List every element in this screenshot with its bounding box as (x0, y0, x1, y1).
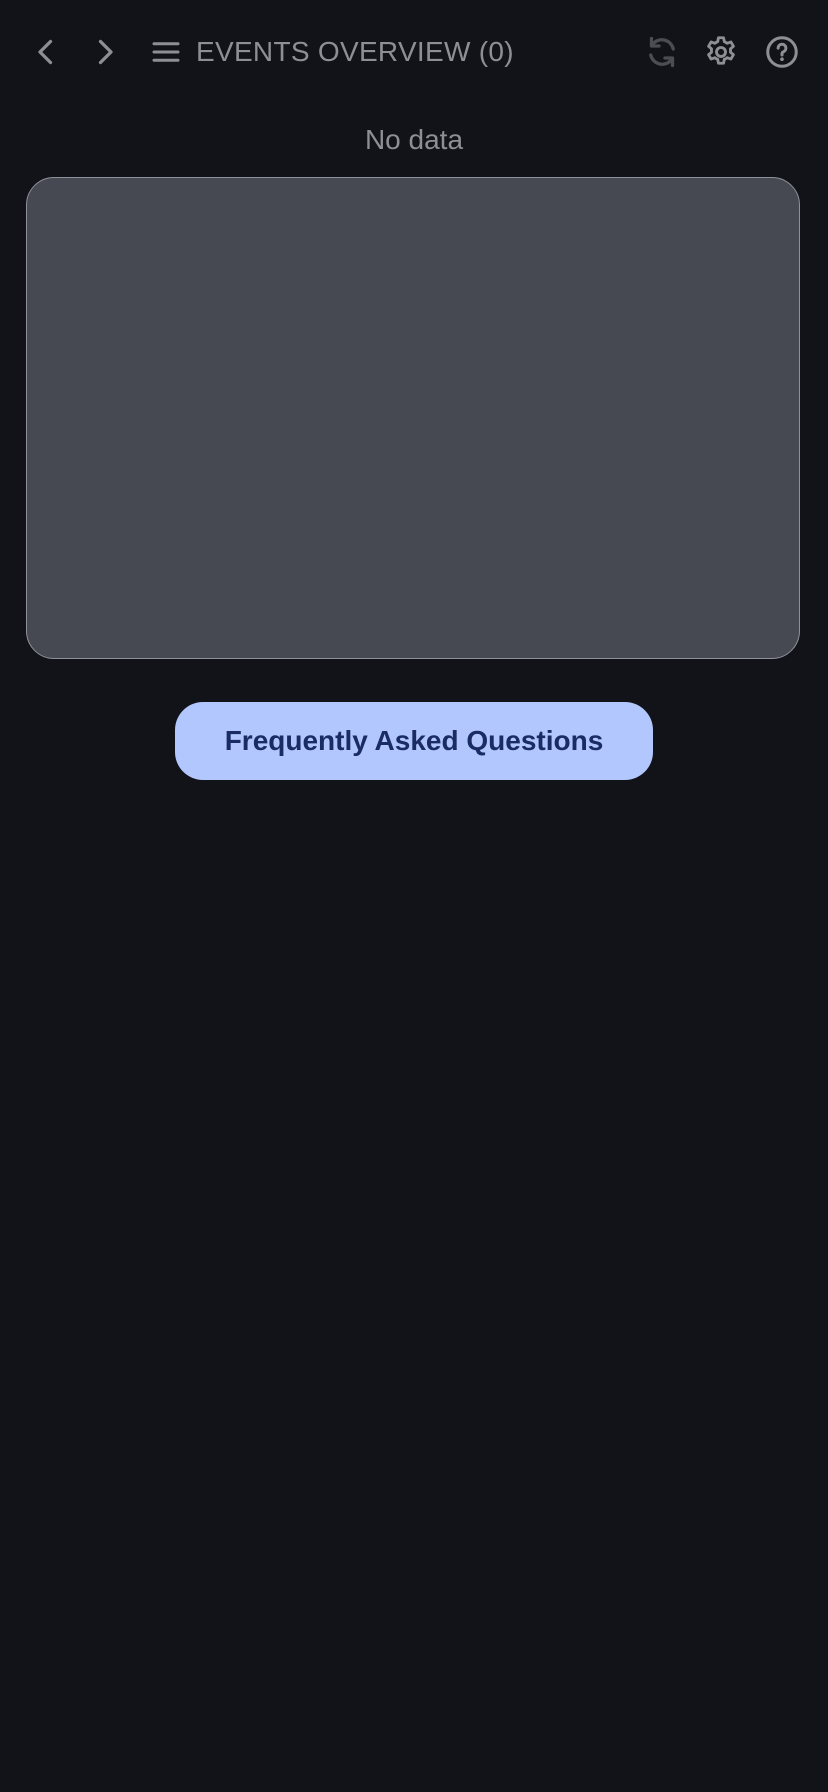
top-app-bar: EVENTS OVERVIEW (0) (0, 0, 828, 104)
help-button[interactable] (752, 22, 812, 82)
back-button[interactable] (16, 22, 76, 82)
chevron-left-icon (28, 34, 64, 70)
app-screen: EVENTS OVERVIEW (0) No data Frequently A… (0, 0, 828, 1792)
forward-button[interactable] (75, 22, 135, 82)
gear-icon (703, 34, 739, 70)
refresh-icon (644, 34, 680, 70)
help-circle-icon (764, 34, 800, 70)
no-data-label: No data (364, 124, 464, 155)
refresh-button[interactable] (632, 22, 692, 82)
hamburger-menu-icon (148, 34, 184, 70)
menu-button[interactable] (136, 22, 196, 82)
settings-button[interactable] (691, 22, 751, 82)
faq-button[interactable]: Frequently Asked Questions (175, 702, 653, 780)
page-title: EVENTS OVERVIEW (0) (196, 36, 514, 67)
chevron-right-icon (87, 34, 123, 70)
chart-placeholder-panel (26, 177, 800, 659)
